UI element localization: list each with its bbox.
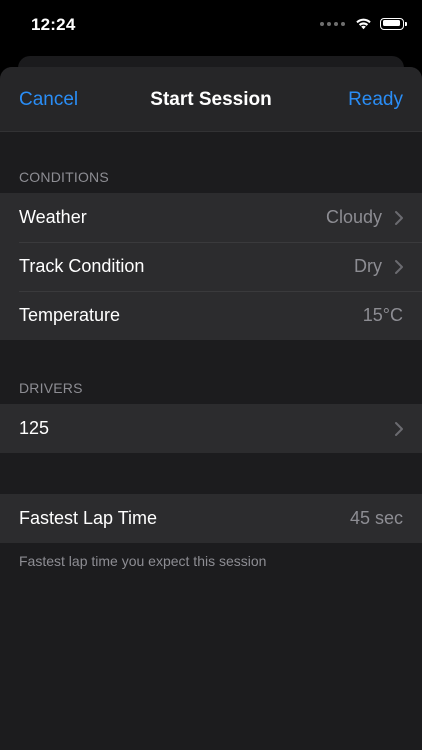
conditions-section-header: CONDITIONS <box>19 169 109 185</box>
conditions-group: Weather Cloudy Track Condition Dry Tempe… <box>0 193 422 340</box>
temperature-value: 15°C <box>362 305 403 325</box>
status-icons <box>320 17 407 30</box>
battery-fill <box>382 20 400 26</box>
battery-icon <box>380 17 407 30</box>
chevron-right-icon <box>395 421 403 436</box>
track-condition-value: Dry <box>354 256 382 276</box>
ready-button[interactable]: Ready <box>348 89 403 111</box>
temperature-row[interactable]: Temperature 15°C <box>0 291 422 340</box>
temperature-label: Temperature <box>19 305 121 325</box>
drivers-group: 125 <box>0 404 422 453</box>
chevron-right-icon <box>395 210 403 225</box>
weather-row[interactable]: Weather Cloudy <box>0 193 422 242</box>
track-condition-label: Track Condition <box>19 256 145 276</box>
weather-label: Weather <box>19 207 87 227</box>
drivers-section-header: DRIVERS <box>19 380 83 396</box>
fastest-lap-footer: Fastest lap time you expect this session <box>19 553 267 569</box>
fastest-lap-row[interactable]: Fastest Lap Time 45 sec <box>0 494 422 543</box>
fastest-lap-value: 45 sec <box>349 508 403 528</box>
wifi-icon <box>356 18 371 30</box>
lap-time-group: Fastest Lap Time 45 sec <box>0 494 422 543</box>
navigation-bar: Cancel Start Session Ready <box>0 67 422 132</box>
track-condition-row[interactable]: Track Condition Dry <box>0 242 422 291</box>
status-time: 12:24 <box>31 15 76 34</box>
weather-value: Cloudy <box>325 207 382 227</box>
driver-row[interactable]: 125 <box>0 404 422 453</box>
chevron-right-icon <box>395 259 403 274</box>
status-bar: 12:24 <box>0 0 422 56</box>
fastest-lap-label: Fastest Lap Time <box>19 508 158 528</box>
cellular-signal-icon <box>320 21 345 26</box>
driver-label: 125 <box>19 418 50 438</box>
start-session-sheet: Cancel Start Session Ready CONDITIONS We… <box>0 67 422 750</box>
